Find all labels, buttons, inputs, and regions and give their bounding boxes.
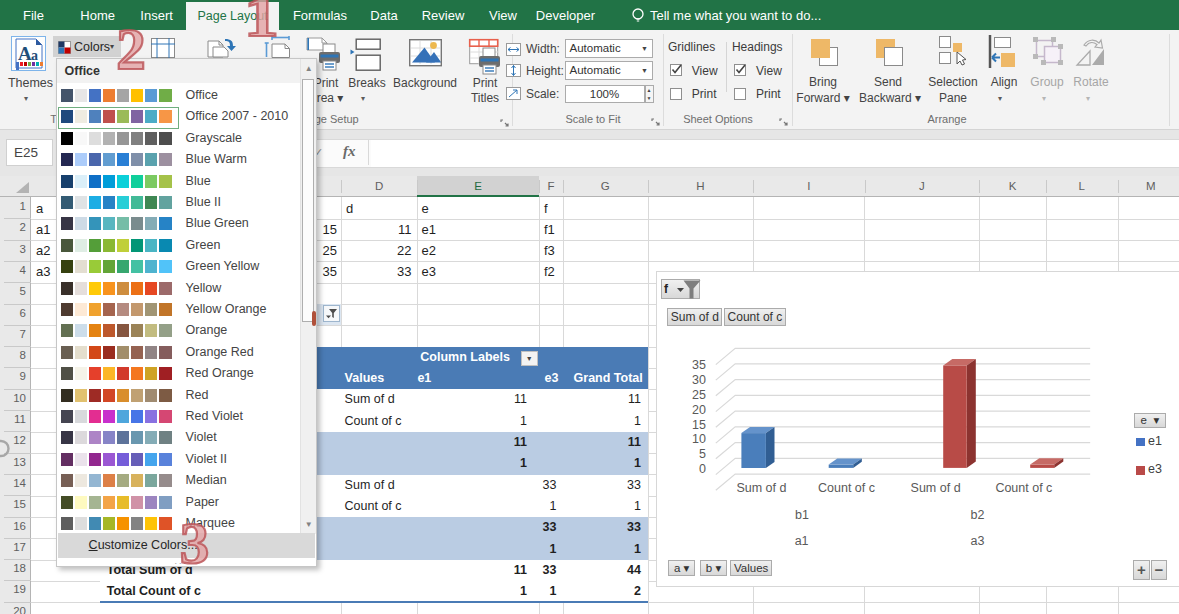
svg-text:a: a (31, 48, 38, 63)
svg-text:A: A (18, 43, 32, 64)
